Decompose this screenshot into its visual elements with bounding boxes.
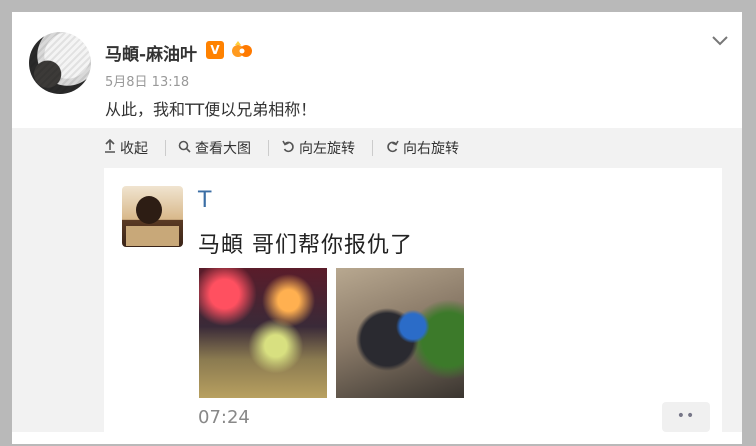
toolbar-divider	[372, 140, 373, 156]
toolbar-divider	[165, 140, 166, 156]
collapse-button[interactable]: 收起	[104, 138, 148, 158]
post-text: 从此，我和TT便以兄弟相称！	[105, 100, 317, 119]
embedded-username: T	[198, 188, 212, 213]
fan-badge-icon	[231, 40, 253, 60]
embedded-text: 马頔 哥们帮你报仇了	[198, 233, 413, 258]
view-large-button[interactable]: 查看大图	[178, 138, 251, 158]
more-button[interactable]: ••	[662, 402, 710, 432]
rotate-left-icon	[282, 140, 295, 157]
street-night-photo	[199, 268, 327, 398]
rotate-left-label: 向左旋转	[299, 141, 355, 157]
verified-badge-icon: V	[206, 41, 224, 59]
user-avatar[interactable]	[29, 32, 91, 94]
collapse-label: 收起	[120, 141, 148, 157]
search-icon	[178, 140, 191, 157]
view-large-label: 查看大图	[195, 141, 251, 157]
post-username[interactable]: 马頔-麻油叶	[105, 40, 197, 65]
toolbar-divider	[268, 140, 269, 156]
video-time: 07:24	[198, 407, 250, 428]
rotate-left-button[interactable]: 向左旋转	[282, 138, 355, 158]
post-timestamp[interactable]: 5月8日 13:18	[105, 71, 189, 90]
collapse-icon	[104, 138, 116, 157]
chevron-down-icon[interactable]	[710, 32, 730, 46]
embedded-user-avatar	[122, 186, 183, 247]
rotate-right-button[interactable]: 向右旋转	[386, 138, 459, 158]
rotate-right-label: 向右旋转	[403, 141, 459, 157]
street-blue-hair-photo	[336, 268, 464, 398]
rotate-right-icon	[386, 140, 399, 157]
